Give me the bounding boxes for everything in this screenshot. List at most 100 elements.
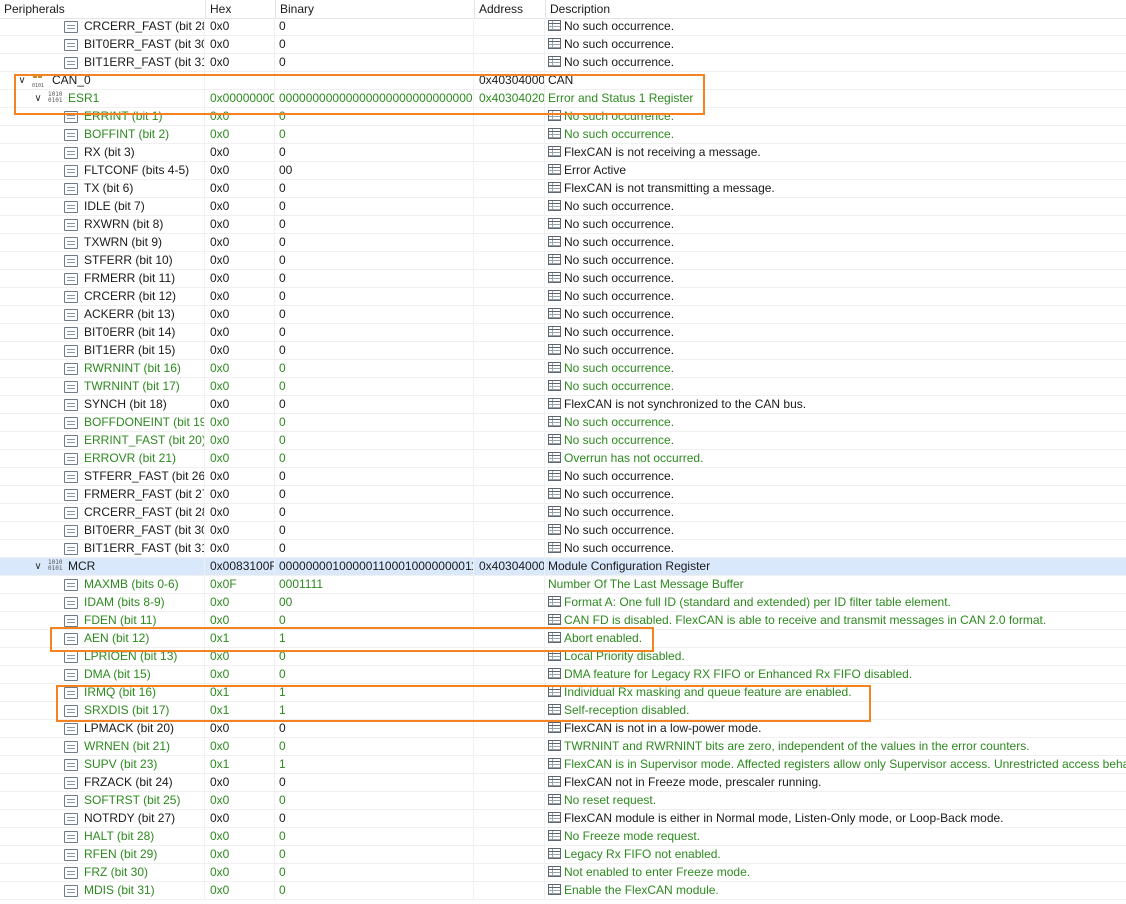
header-peripherals[interactable]: Peripherals bbox=[0, 0, 206, 18]
hex-value[interactable]: 0x0 bbox=[206, 432, 275, 450]
binary-value[interactable]: 0 bbox=[276, 108, 474, 126]
field-row[interactable]: FLTCONF (bits 4-5) 0x0 00 Error Active bbox=[0, 162, 1126, 180]
field-row[interactable]: RWRNINT (bit 16) 0x0 0 No such occurrence. bbox=[0, 360, 1126, 378]
field-row[interactable]: AEN (bit 12) 0x1 1 Abort enabled. bbox=[0, 630, 1126, 648]
binary-value[interactable]: 0 bbox=[276, 882, 474, 900]
field-row[interactable]: FRZ (bit 30) 0x0 0 Not enabled to enter Fre… bbox=[0, 864, 1126, 882]
hex-value[interactable]: 0x0 bbox=[206, 522, 275, 540]
field-row[interactable]: IDAM (bits 8-9) 0x0 00 Format A: One full I… bbox=[0, 594, 1126, 612]
peripheral-row[interactable]: ∨ 0101 CAN_0 0x40304000 CAN bbox=[0, 72, 1126, 90]
hex-value[interactable]: 0x0 bbox=[206, 504, 275, 522]
binary-value[interactable]: 0 bbox=[276, 828, 474, 846]
field-row[interactable]: MDIS (bit 31) 0x0 0 Enable the FlexCAN modu… bbox=[0, 882, 1126, 900]
field-row[interactable]: SUPV (bit 23) 0x1 1 FlexCAN is in Superviso… bbox=[0, 756, 1126, 774]
field-row[interactable]: NOTRDY (bit 27) 0x0 0 FlexCAN module is eit… bbox=[0, 810, 1126, 828]
field-row[interactable]: IDLE (bit 7) 0x0 0 No such occurrence. bbox=[0, 198, 1126, 216]
register-row[interactable]: ∨ 1010 0101 ESR1 0x00000000 00000000000000000… bbox=[0, 90, 1126, 108]
field-row[interactable]: FRZACK (bit 24) 0x0 0 FlexCAN not in Freeze… bbox=[0, 774, 1126, 792]
hex-value[interactable]: 0x0 bbox=[206, 378, 275, 396]
binary-value[interactable]: 0 bbox=[276, 486, 474, 504]
hex-value[interactable]: 0x0 bbox=[206, 666, 275, 684]
hex-value[interactable]: 0x0 bbox=[206, 828, 275, 846]
binary-value[interactable]: 0 bbox=[276, 432, 474, 450]
field-row[interactable]: RFEN (bit 29) 0x0 0 Legacy Rx FIFO not enab… bbox=[0, 846, 1126, 864]
binary-value[interactable]: 0 bbox=[276, 54, 474, 72]
field-row[interactable]: BIT1ERR_FAST (bit 31) 0x0 0 No such occurre… bbox=[0, 540, 1126, 558]
field-row[interactable]: SOFTRST (bit 25) 0x0 0 No reset request. bbox=[0, 792, 1126, 810]
binary-value[interactable]: 0 bbox=[276, 306, 474, 324]
binary-value[interactable]: 0 bbox=[276, 396, 474, 414]
hex-value[interactable]: 0x1 bbox=[206, 630, 275, 648]
register-row[interactable]: ∨ 1010 0101 MCR 0x0083100F 000000001000001100… bbox=[0, 558, 1126, 576]
field-row[interactable]: CRCERR_FAST (bit 28) 0x0 0 No such occurren… bbox=[0, 504, 1126, 522]
binary-value[interactable]: 0 bbox=[276, 414, 474, 432]
hex-value[interactable]: 0x1 bbox=[206, 684, 275, 702]
field-row[interactable]: ERRINT (bit 1) 0x0 0 No such occurrence. bbox=[0, 108, 1126, 126]
binary-value[interactable]: 0 bbox=[276, 252, 474, 270]
field-row[interactable]: WRNEN (bit 21) 0x0 0 TWRNINT and RWRNINT bi… bbox=[0, 738, 1126, 756]
field-row[interactable]: RX (bit 3) 0x0 0 FlexCAN is not receiving a… bbox=[0, 144, 1126, 162]
binary-value[interactable]: 1 bbox=[276, 702, 474, 720]
hex-value[interactable]: 0x0 bbox=[206, 198, 275, 216]
binary-value[interactable]: 0 bbox=[276, 36, 474, 54]
field-row[interactable]: RXWRN (bit 8) 0x0 0 No such occurrence. bbox=[0, 216, 1126, 234]
field-row[interactable]: BIT0ERR_FAST (bit 30) 0x0 0 No such occurre… bbox=[0, 36, 1126, 54]
field-row[interactable]: BOFFDONEINT (bit 19) 0x0 0 No such occurren… bbox=[0, 414, 1126, 432]
field-row[interactable]: BIT1ERR_FAST (bit 31) 0x0 0 No such occurre… bbox=[0, 54, 1126, 72]
binary-value[interactable]: 0 bbox=[276, 864, 474, 882]
header-address[interactable]: Address bbox=[475, 0, 546, 18]
field-row[interactable]: CRCERR (bit 12) 0x0 0 No such occurrence. bbox=[0, 288, 1126, 306]
binary-value[interactable]: 1 bbox=[276, 684, 474, 702]
field-row[interactable]: STFERR (bit 10) 0x0 0 No such occurrence. bbox=[0, 252, 1126, 270]
binary-value[interactable]: 0 bbox=[276, 180, 474, 198]
field-row[interactable]: TWRNINT (bit 17) 0x0 0 No such occurrence. bbox=[0, 378, 1126, 396]
hex-value[interactable]: 0x0 bbox=[206, 486, 275, 504]
binary-value[interactable]: 1 bbox=[276, 630, 474, 648]
header-hex[interactable]: Hex bbox=[206, 0, 276, 18]
binary-value[interactable]: 0 bbox=[276, 720, 474, 738]
binary-value[interactable]: 0 bbox=[276, 450, 474, 468]
binary-value[interactable]: 0 bbox=[276, 18, 474, 36]
field-row[interactable]: HALT (bit 28) 0x0 0 No Freeze mode request. bbox=[0, 828, 1126, 846]
hex-value[interactable]: 0x0 bbox=[206, 234, 275, 252]
binary-value[interactable]: 0 bbox=[276, 288, 474, 306]
binary-value[interactable]: 00000000100000110001000000001111 bbox=[276, 558, 474, 576]
hex-value[interactable]: 0x0F bbox=[206, 576, 275, 594]
field-row[interactable]: BIT0ERR_FAST (bit 30) 0x0 0 No such occurre… bbox=[0, 522, 1126, 540]
binary-value[interactable]: 0 bbox=[276, 270, 474, 288]
hex-value[interactable]: 0x0 bbox=[206, 720, 275, 738]
hex-value[interactable]: 0x0 bbox=[206, 414, 275, 432]
field-row[interactable]: SRXDIS (bit 17) 0x1 1 Self-reception disabl… bbox=[0, 702, 1126, 720]
hex-value[interactable]: 0x0 bbox=[206, 18, 275, 36]
field-row[interactable]: LPRIOEN (bit 13) 0x0 0 Local Priority disab… bbox=[0, 648, 1126, 666]
hex-value[interactable]: 0x00000000 bbox=[206, 90, 275, 108]
chevron-down-icon[interactable]: ∨ bbox=[32, 558, 44, 575]
hex-value[interactable]: 0x0 bbox=[206, 396, 275, 414]
hex-value[interactable]: 0x0 bbox=[206, 162, 275, 180]
field-row[interactable]: DMA (bit 15) 0x0 0 DMA feature for Legacy R… bbox=[0, 666, 1126, 684]
binary-value[interactable]: 0 bbox=[276, 378, 474, 396]
hex-value[interactable]: 0x0 bbox=[206, 846, 275, 864]
hex-value[interactable]: 0x0 bbox=[206, 810, 275, 828]
hex-value[interactable]: 0x0083100F bbox=[206, 558, 275, 576]
hex-value[interactable]: 0x0 bbox=[206, 360, 275, 378]
hex-value[interactable]: 0x0 bbox=[206, 216, 275, 234]
hex-value[interactable]: 0x0 bbox=[206, 108, 275, 126]
chevron-down-icon[interactable]: ∨ bbox=[32, 90, 44, 107]
binary-value[interactable]: 00 bbox=[276, 594, 474, 612]
field-row[interactable]: MAXMB (bits 0-6) 0x0F 0001111 Number Of The… bbox=[0, 576, 1126, 594]
field-row[interactable]: ACKERR (bit 13) 0x0 0 No such occurrence. bbox=[0, 306, 1126, 324]
binary-value[interactable]: 0 bbox=[276, 468, 474, 486]
hex-value[interactable]: 0x0 bbox=[206, 774, 275, 792]
hex-value[interactable]: 0x0 bbox=[206, 126, 275, 144]
binary-value[interactable]: 0 bbox=[276, 666, 474, 684]
field-row[interactable]: SYNCH (bit 18) 0x0 0 FlexCAN is not synchro… bbox=[0, 396, 1126, 414]
binary-value[interactable]: 0 bbox=[276, 144, 474, 162]
binary-value[interactable]: 0 bbox=[276, 342, 474, 360]
field-row[interactable]: LPMACK (bit 20) 0x0 0 FlexCAN is not in a l… bbox=[0, 720, 1126, 738]
hex-value[interactable]: 0x0 bbox=[206, 180, 275, 198]
field-row[interactable]: IRMQ (bit 16) 0x1 1 Individual Rx masking a… bbox=[0, 684, 1126, 702]
field-row[interactable]: ERRINT_FAST (bit 20) 0x0 0 No such occurren… bbox=[0, 432, 1126, 450]
hex-value[interactable]: 0x0 bbox=[206, 324, 275, 342]
field-row[interactable]: TX (bit 6) 0x0 0 FlexCAN is not transmittin… bbox=[0, 180, 1126, 198]
